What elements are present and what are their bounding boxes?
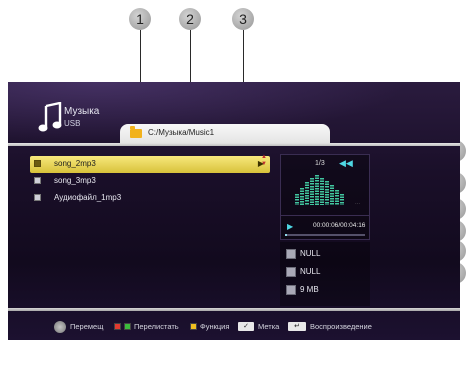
top-divider bbox=[8, 143, 460, 146]
help-play: Воспроизведение bbox=[310, 322, 372, 331]
equalizer-bar bbox=[305, 182, 309, 205]
list-item[interactable]: song_2mp3 ▶ bbox=[30, 156, 270, 173]
bottom-divider bbox=[8, 308, 460, 311]
help-page: Перелистать bbox=[134, 322, 179, 331]
file-size: 9 MB bbox=[300, 285, 319, 294]
disc-icon bbox=[286, 249, 296, 259]
track-info-panel: NULL NULL 9 MB bbox=[280, 242, 370, 306]
audio-file-icon bbox=[34, 177, 41, 184]
help-mark: Метка bbox=[258, 322, 280, 331]
file-name: Аудиофайл_1mp3 bbox=[54, 193, 122, 202]
artist-row: NULL bbox=[286, 248, 370, 262]
key-help-bar: Перемещ Перелистать Функция ✓ Метка ↵ Во… bbox=[54, 321, 454, 334]
equalizer-bar bbox=[310, 178, 314, 205]
check-key-icon: ✓ bbox=[238, 322, 254, 331]
audio-file-icon bbox=[34, 160, 41, 167]
elapsed-time: 00:00:06 bbox=[313, 222, 339, 229]
progress-bar bbox=[285, 234, 365, 236]
equalizer-bar bbox=[330, 185, 334, 205]
person-icon bbox=[286, 267, 296, 277]
size-row: 9 MB bbox=[286, 284, 370, 298]
enter-key-icon: ↵ bbox=[288, 322, 306, 331]
playback-time: 00:00:06/00:04:16 bbox=[313, 222, 366, 229]
folder-icon bbox=[130, 126, 142, 138]
list-item[interactable]: song_3mp3 bbox=[30, 173, 270, 190]
file-list: song_2mp3 ▶ song_3mp3 Аудиофайл_1mp3 bbox=[30, 156, 270, 207]
music-note-icon bbox=[38, 102, 62, 132]
callout-2: 2 bbox=[179, 8, 201, 30]
rewind-icon: ◀◀ bbox=[339, 158, 353, 168]
red-key-icon bbox=[114, 323, 121, 330]
path-text: C:/Музыка/Music1 bbox=[148, 128, 215, 137]
album-value: NULL bbox=[300, 267, 321, 276]
help-function: Функция bbox=[200, 322, 230, 331]
equalizer-bar bbox=[325, 181, 329, 205]
nav-pad-icon bbox=[54, 321, 66, 333]
scroll-up-icon[interactable]: ▲ bbox=[261, 154, 269, 161]
playback-time-panel: ▶ 00:00:06/00:04:16 bbox=[280, 216, 370, 240]
list-item[interactable]: Аудиофайл_1mp3 bbox=[30, 190, 270, 207]
equalizer-bar bbox=[315, 175, 319, 205]
file-name: song_2mp3 bbox=[54, 159, 96, 168]
equalizer-bar bbox=[340, 194, 344, 205]
callout-3: 3 bbox=[232, 8, 254, 30]
yellow-key-icon bbox=[190, 323, 197, 330]
grid-icon bbox=[286, 285, 296, 295]
play-icon: ▶ bbox=[287, 222, 294, 231]
scroll-indicator[interactable]: ▲ ▼ bbox=[261, 154, 269, 168]
source-label: USB bbox=[64, 119, 81, 128]
equalizer-bar bbox=[320, 178, 324, 205]
total-time: 00:04:16 bbox=[340, 222, 366, 229]
equalizer-bar bbox=[335, 190, 339, 205]
app-title: Музыка bbox=[64, 106, 100, 117]
equalizer-panel: 1/3 ◀◀ ··· bbox=[280, 154, 370, 216]
progress-fill bbox=[285, 234, 287, 236]
artist-value: NULL bbox=[300, 249, 321, 258]
callout-1: 1 bbox=[129, 8, 151, 30]
audio-file-icon bbox=[34, 194, 41, 201]
equalizer-bar bbox=[295, 194, 299, 205]
file-name: song_3mp3 bbox=[54, 176, 96, 185]
equalizer-bars bbox=[295, 175, 345, 205]
music-player-screen: Музыка USB C:/Музыка/Music1 song_2mp3 ▶ … bbox=[8, 82, 460, 340]
track-counter: 1/3 bbox=[315, 160, 325, 167]
scroll-down-icon[interactable]: ▼ bbox=[261, 161, 269, 168]
current-path-tab: C:/Музыка/Music1 bbox=[120, 124, 330, 144]
equalizer-bar bbox=[300, 188, 304, 205]
green-key-icon bbox=[124, 323, 131, 330]
equalizer-scale-label: ··· bbox=[355, 201, 360, 207]
album-row: NULL bbox=[286, 266, 370, 280]
help-move: Перемещ bbox=[70, 322, 104, 331]
